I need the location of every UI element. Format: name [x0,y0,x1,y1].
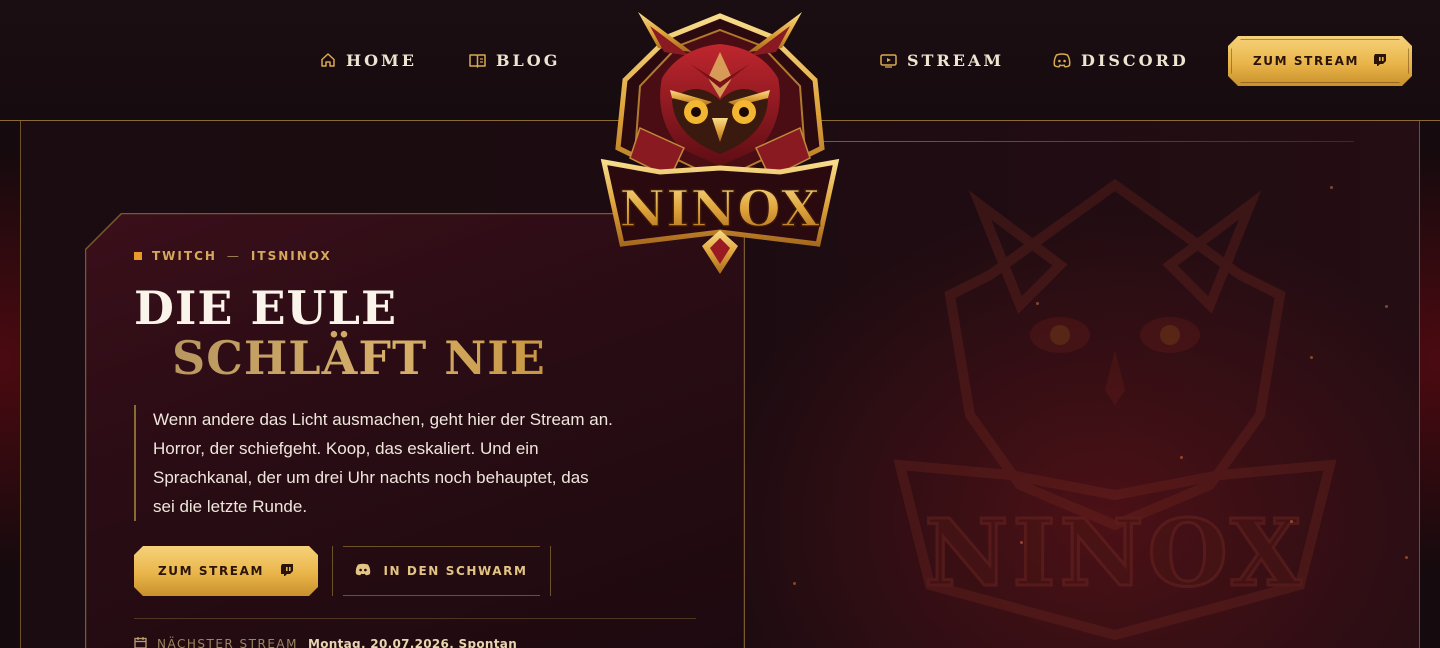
nav-stream-label: STREAM [907,50,1005,70]
zum-stream-button[interactable]: ZUM STREAM [134,546,318,596]
nav-stream[interactable]: STREAM [880,48,1004,72]
header-zum-stream-button[interactable]: ZUM STREAM [1228,36,1412,86]
ember-particle [1180,456,1183,459]
twitch-icon [280,563,294,580]
hero-card-separator [134,618,696,619]
twitch-icon [1373,53,1387,70]
ember-particle [1405,556,1408,559]
frame-divider-line [780,141,1354,142]
nav-home[interactable]: HOME [320,48,417,72]
ember-particle [1330,186,1333,189]
eyebrow-separator: — [226,249,241,263]
in-den-schwarm-label: IN DEN SCHWARM [383,564,528,578]
zum-stream-button-label: ZUM STREAM [157,564,265,578]
play-icon [880,53,897,68]
owl-emblem-watermark: NINOX [893,178,1337,641]
next-stream-info: NÄCHSTER STREAM Montag, 20.07.2026, Spon… [134,636,517,648]
hero-description: Wenn andere das Licht ausmachen, geht hi… [134,405,614,521]
ember-particle [1290,520,1293,523]
ninox-logo[interactable]: NINOX [600,8,840,278]
hero-title-line-1: DIE EULE [134,281,398,335]
calendar-icon [134,636,147,648]
nav-home-label: HOME [346,50,417,70]
next-stream-value: Montag, 20.07.2026, Spontan [308,637,518,648]
logo-wordmark: NINOX [619,179,820,238]
discord-icon [1053,52,1071,68]
nav-discord[interactable]: DISCORD [1053,48,1189,72]
in-den-schwarm-button[interactable]: IN DEN SCHWARM [332,546,551,596]
next-stream-label: NÄCHSTER STREAM [157,637,298,648]
hero-title-line-2: SCHLÄFT NIE [172,331,546,385]
nav-blog[interactable]: BLOG [469,48,560,72]
nav-blog-label: BLOG [496,50,561,70]
header-zum-stream-label: ZUM STREAM [1252,54,1360,68]
book-icon [469,53,486,68]
home-icon [320,52,336,68]
ember-particle [1020,541,1023,544]
eyebrow-handle: ITSNINOX [250,249,332,263]
discord-icon [355,563,371,579]
ember-particle [1036,302,1039,305]
ember-particle [1310,356,1313,359]
hero-eyebrow: TWITCH — ITSNINOX [134,249,332,263]
eyebrow-bullet [134,252,142,260]
eyebrow-platform: TWITCH [152,249,217,263]
watermark-text: NINOX [924,499,1305,607]
ember-particle [1385,305,1388,308]
ember-particle [793,582,796,585]
nav-discord-label: DISCORD [1081,50,1189,70]
